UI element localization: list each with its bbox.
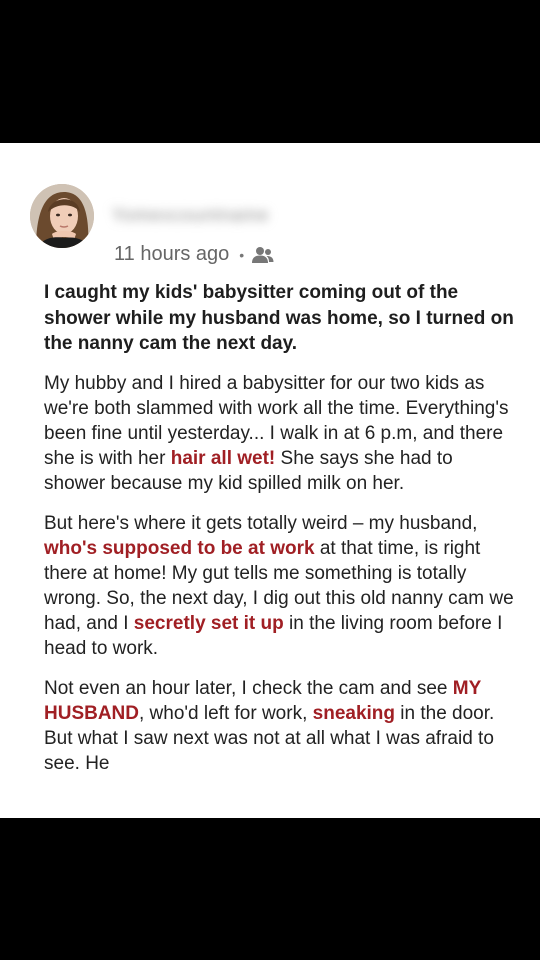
avatar[interactable] (30, 184, 94, 248)
text-run: , who'd left for work, (139, 703, 313, 724)
highlighted-text: hair all wet! (170, 448, 276, 469)
text-run: Not even an hour later, I check the cam … (44, 678, 453, 699)
paragraph-1: My hubby and I hired a babysitter for ou… (44, 371, 514, 496)
post-card: Yomexcountname 11 hours ago • I caught m… (0, 143, 540, 818)
friends-icon[interactable] (252, 246, 274, 264)
meta-separator: • (239, 246, 245, 263)
avatar-photo (30, 184, 94, 248)
username[interactable]: Yomexcountname (112, 205, 332, 225)
post-body: My hubby and I hired a babysitter for ou… (44, 371, 514, 791)
highlighted-text: who's supposed to be at work (44, 538, 315, 559)
highlighted-text: secretly set it up (133, 613, 284, 634)
text-run: But here's where it gets totally weird –… (44, 513, 478, 534)
timestamp[interactable]: 11 hours ago (114, 243, 229, 266)
post-meta: 11 hours ago • (114, 243, 274, 266)
post-headline: I caught my kids' babysitter coming out … (44, 282, 514, 354)
highlighted-text: sneaking (312, 703, 396, 724)
paragraph-2: But here's where it gets totally weird –… (44, 511, 514, 661)
paragraph-3: Not even an hour later, I check the cam … (44, 676, 514, 776)
